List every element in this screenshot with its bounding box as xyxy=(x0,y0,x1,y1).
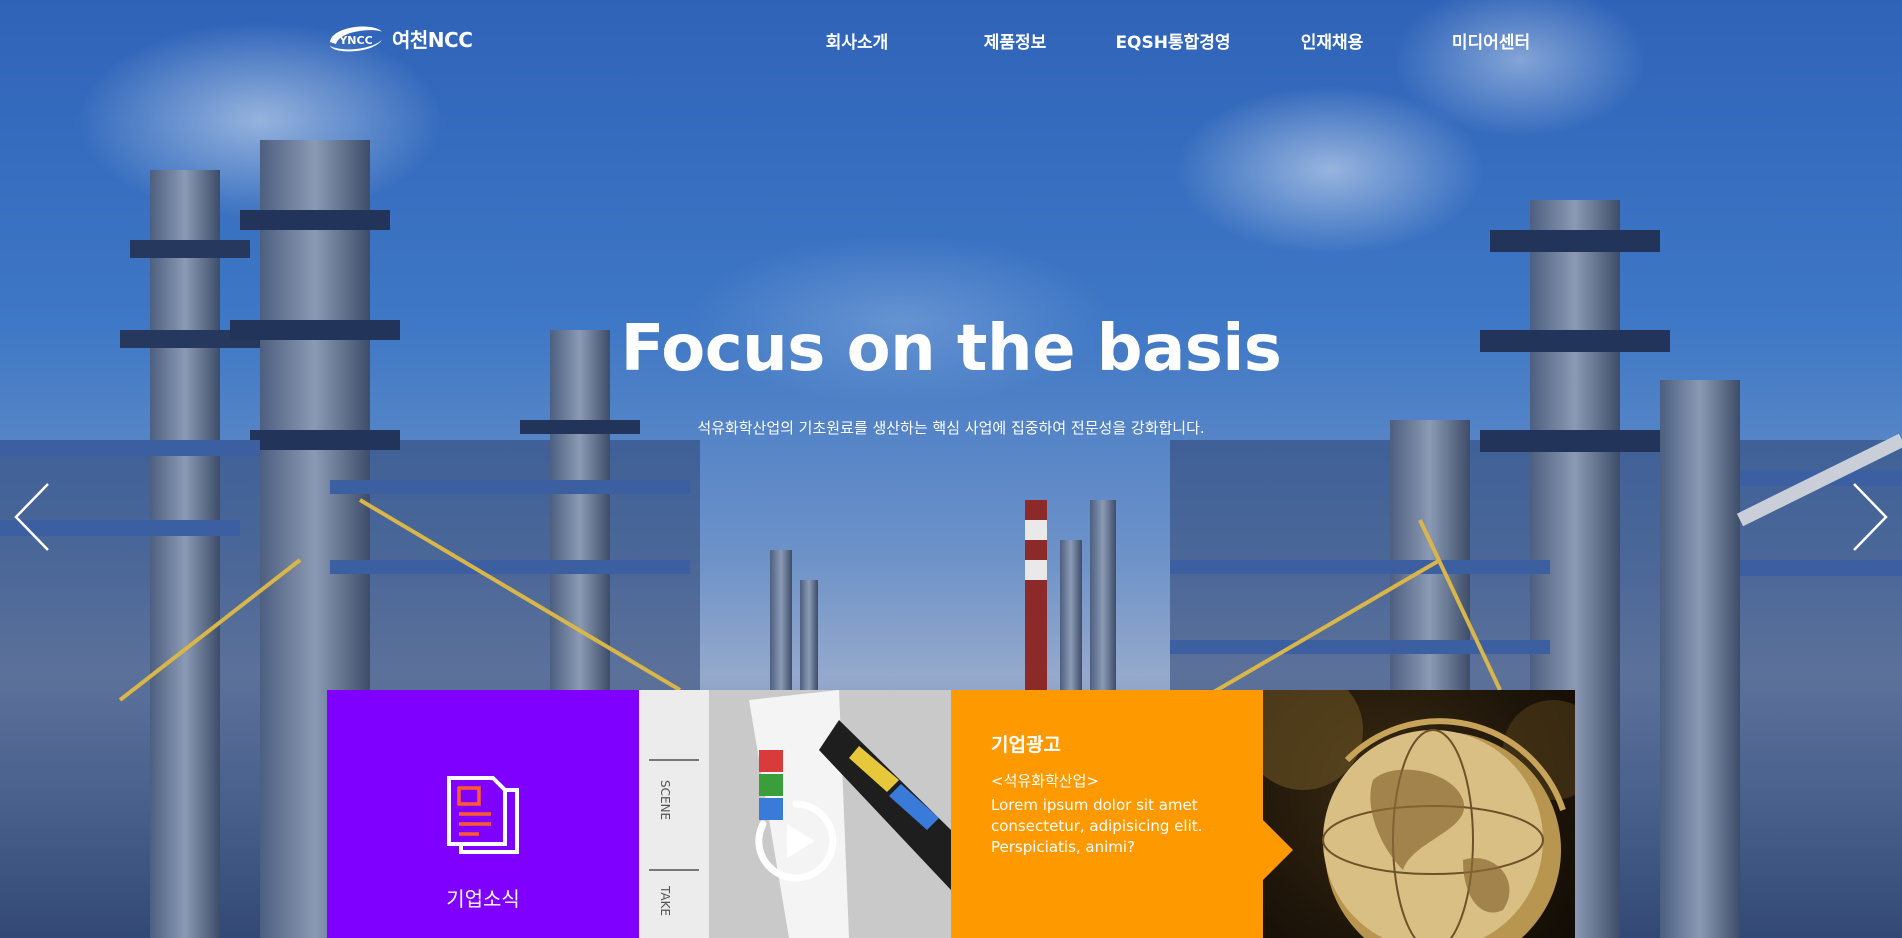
tile-ad-subtitle: <석유화학산업> xyxy=(991,772,1099,790)
svg-text:SCENE: SCENE xyxy=(658,780,672,820)
feature-tiles: 기업소식 SCENE TAKE 기업광고 <석유화학산업> Lorem ipsu… xyxy=(327,690,1575,938)
document-icon xyxy=(447,776,519,854)
chevron-right-icon[interactable] xyxy=(1852,482,1888,552)
nav-media[interactable]: 미디어센터 xyxy=(1452,28,1530,53)
tile-video[interactable]: SCENE TAKE xyxy=(639,690,951,938)
hero-title: Focus on the basis xyxy=(620,312,1282,386)
globe-image xyxy=(1263,690,1575,938)
tile-ad-title: 기업광고 xyxy=(991,734,1061,756)
tile-ad-body: Lorem ipsum dolor sit amet consectetur, … xyxy=(991,796,1203,856)
tile-ad[interactable]: 기업광고 <석유화학산업> Lorem ipsum dolor sit amet… xyxy=(951,690,1263,938)
nav-eqsh[interactable]: EQSH통합경영 xyxy=(1115,28,1230,53)
tile-news[interactable]: 기업소식 xyxy=(327,690,639,938)
chevron-left-icon[interactable] xyxy=(14,482,50,552)
svg-text:TAKE: TAKE xyxy=(658,885,672,916)
main-nav: 회사소개 제품정보 EQSH통합경영 인재채용 미디어센터 xyxy=(0,28,1902,54)
nav-recruit[interactable]: 인재채용 xyxy=(1301,28,1364,53)
tile-ad-pointer xyxy=(1263,820,1293,880)
nav-company[interactable]: 회사소개 xyxy=(826,28,889,53)
hero-subtitle: 석유화학산업의 기초원료를 생산하는 핵심 사업에 집중하여 전문성을 강화합니… xyxy=(697,419,1205,437)
play-icon[interactable] xyxy=(753,798,839,884)
nav-products[interactable]: 제품정보 xyxy=(984,28,1047,53)
tile-news-label: 기업소식 xyxy=(446,887,520,911)
tile-globe[interactable] xyxy=(1263,690,1575,938)
